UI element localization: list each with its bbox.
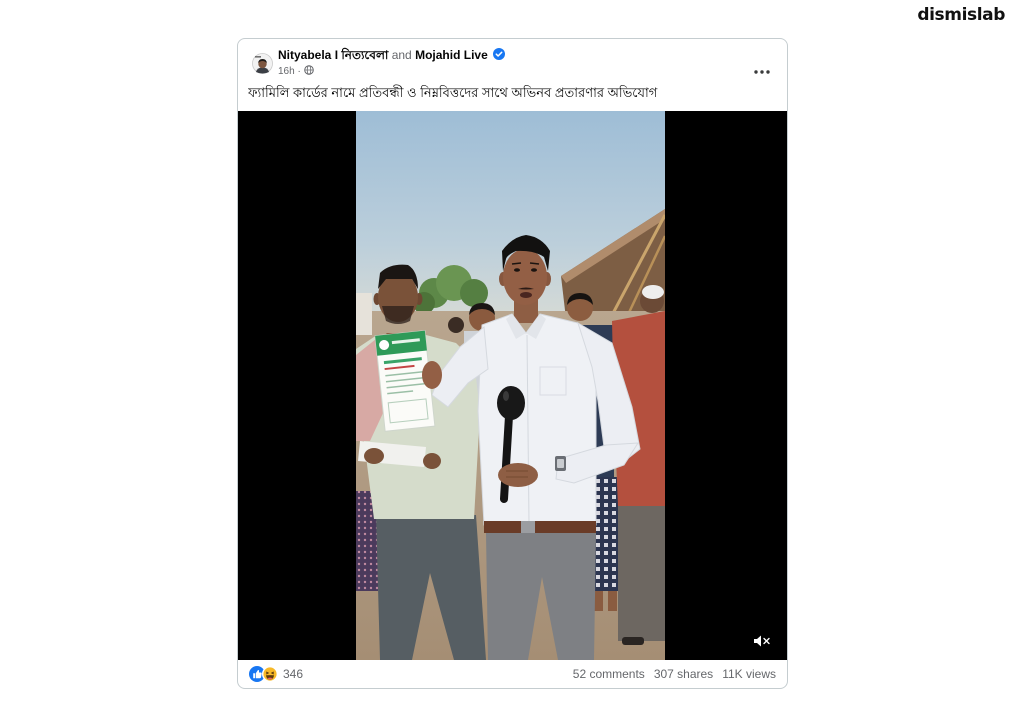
author-connector: and [391,48,412,62]
video-frame [356,111,665,660]
page-name-link[interactable]: Nityabela I নিত্যবেলা [278,48,388,62]
video-player[interactable] [238,111,787,660]
verified-badge-icon [493,48,506,60]
avatar-icon [252,53,273,74]
facebook-post: Nityabela I নিত্যবেলা and Mojahid Live 1… [237,38,788,689]
dismislab-logo: dismislab [917,5,1005,25]
coauthor-name-link[interactable]: Mojahid Live [415,48,488,62]
views-count: 11K views [722,667,776,681]
haha-icon [261,665,279,683]
engagement-stats: 52 comments 307 shares 11K views [573,666,776,682]
comments-count-link[interactable]: 52 comments [573,666,645,682]
post-time-link[interactable]: 16h [278,66,295,77]
post-footer: 346 52 comments 307 shares 11K views [238,660,787,688]
globe-icon [303,65,314,75]
more-options-icon[interactable] [754,61,770,74]
shares-count-link[interactable]: 307 shares [654,666,713,682]
post-caption: ফ্যামিলি কার্ডের নামে প্রতিবন্ধী ও নিম্ন… [248,85,658,100]
reactions-summary[interactable]: 346 [249,665,303,683]
meta-separator: · [297,66,301,77]
speaker-muted-icon[interactable] [753,634,771,648]
reaction-count[interactable]: 346 [283,666,303,682]
page-avatar[interactable] [252,53,273,74]
post-meta: 16h · [278,65,314,79]
post-authors: Nityabela I নিত্যবেলা and Mojahid Live [278,47,506,63]
